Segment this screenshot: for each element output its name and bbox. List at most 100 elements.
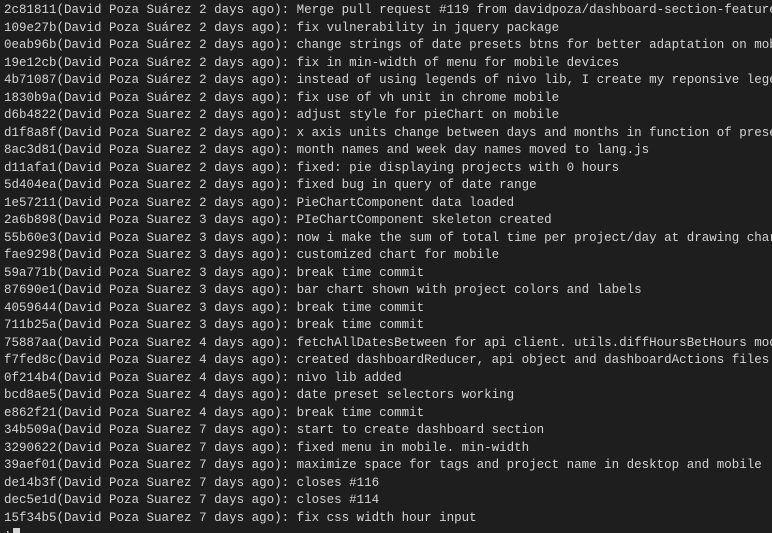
commit-hash: f7fed8c <box>4 353 57 367</box>
colon-sep: : <box>282 406 297 420</box>
open-paren: ( <box>57 301 65 315</box>
colon-sep: : <box>282 493 297 507</box>
commit-author: David Poza Suárez <box>64 91 192 105</box>
open-paren: ( <box>57 458 65 472</box>
close-paren: ) <box>274 143 282 157</box>
commit-line: 59a771b(David Poza Suarez 3 days ago): b… <box>4 265 768 283</box>
commit-message: instead of using legends of nivo lib, I … <box>297 73 772 87</box>
commit-date: 2 days ago <box>199 108 274 122</box>
commit-message: created dashboardReducer, api object and… <box>297 353 770 367</box>
commit-line: 5d404ea(David Poza Suarez 2 days ago): f… <box>4 177 768 195</box>
commit-message: break time commit <box>297 266 425 280</box>
commit-message: fixed bug in query of date range <box>297 178 537 192</box>
commit-author: David Poza Suarez <box>64 458 192 472</box>
open-paren: ( <box>57 441 65 455</box>
colon-sep: : <box>282 213 297 227</box>
commit-author: David Poza Suarez <box>64 213 192 227</box>
cursor-icon <box>13 528 20 533</box>
colon-sep: : <box>282 3 297 17</box>
commit-author: David Poza Suárez <box>64 56 192 70</box>
commit-date: 4 days ago <box>199 406 274 420</box>
commit-hash: fae9298 <box>4 248 57 262</box>
commit-message: fix vulnerability in jquery package <box>297 21 560 35</box>
commit-hash: 1e57211 <box>4 196 57 210</box>
commit-author: David Poza Suarez <box>64 406 192 420</box>
commit-hash: de14b3f <box>4 476 57 490</box>
commit-date: 7 days ago <box>199 476 274 490</box>
close-paren: ) <box>274 161 282 175</box>
commit-author: David Poza Suarez <box>64 423 192 437</box>
commit-hash: dec5e1d <box>4 493 57 507</box>
commit-message: date preset selectors working <box>297 388 515 402</box>
colon-sep: : <box>282 266 297 280</box>
open-paren: ( <box>57 283 65 297</box>
commit-date: 3 days ago <box>199 266 274 280</box>
colon-sep: : <box>282 511 297 525</box>
commit-line: 39aef01(David Poza Suarez 7 days ago): m… <box>4 457 768 475</box>
close-paren: ) <box>274 178 282 192</box>
commit-date: 2 days ago <box>199 56 274 70</box>
commit-message: PieChartComponent data loaded <box>297 196 515 210</box>
open-paren: ( <box>57 21 65 35</box>
commit-date: 2 days ago <box>199 38 274 52</box>
close-paren: ) <box>274 406 282 420</box>
close-paren: ) <box>274 56 282 70</box>
commit-author: David Poza Suarez <box>64 283 192 297</box>
commit-date: 7 days ago <box>199 493 274 507</box>
commit-date: 4 days ago <box>199 353 274 367</box>
open-paren: ( <box>57 178 65 192</box>
colon-sep: : <box>282 283 297 297</box>
colon-sep: : <box>282 371 297 385</box>
open-paren: ( <box>57 231 65 245</box>
commit-line: 55b60e3(David Poza Suarez 3 days ago): n… <box>4 230 768 248</box>
commit-author: David Poza Suarez <box>64 266 192 280</box>
open-paren: ( <box>57 38 65 52</box>
commit-message: break time commit <box>297 318 425 332</box>
close-paren: ) <box>274 283 282 297</box>
open-paren: ( <box>57 318 65 332</box>
close-paren: ) <box>274 213 282 227</box>
close-paren: ) <box>274 108 282 122</box>
open-paren: ( <box>57 493 65 507</box>
commit-line: fae9298(David Poza Suarez 3 days ago): c… <box>4 247 768 265</box>
commit-date: 4 days ago <box>199 336 274 350</box>
commit-hash: 2a6b898 <box>4 213 57 227</box>
commit-date: 2 days ago <box>199 73 274 87</box>
colon-sep: : <box>282 388 297 402</box>
commit-date: 4 days ago <box>199 371 274 385</box>
commit-message: closes #116 <box>297 476 380 490</box>
commit-date: 3 days ago <box>199 213 274 227</box>
commit-date: 7 days ago <box>199 511 274 525</box>
colon-sep: : <box>282 301 297 315</box>
commit-hash: 8ac3d81 <box>4 143 57 157</box>
colon-sep: : <box>282 248 297 262</box>
commit-line: bcd8ae5(David Poza Suarez 4 days ago): d… <box>4 387 768 405</box>
commit-date: 2 days ago <box>199 91 274 105</box>
close-paren: ) <box>274 388 282 402</box>
commit-author: David Poza Suarez <box>64 318 192 332</box>
colon-sep: : <box>282 353 297 367</box>
commit-line: 109e27b(David Poza Suárez 2 days ago): f… <box>4 20 768 38</box>
colon-sep: : <box>282 38 297 52</box>
commit-date: 7 days ago <box>199 458 274 472</box>
commit-date: 7 days ago <box>199 423 274 437</box>
pager-prompt[interactable]: : <box>4 527 768 533</box>
colon-sep: : <box>282 21 297 35</box>
commit-message: start to create dashboard section <box>297 423 545 437</box>
open-paren: ( <box>57 511 65 525</box>
open-paren: ( <box>57 476 65 490</box>
commit-message: customized chart for mobile <box>297 248 500 262</box>
commit-message: adjust style for pieChart on mobile <box>297 108 560 122</box>
commit-hash: d1f8a8f <box>4 126 57 140</box>
commit-date: 3 days ago <box>199 231 274 245</box>
open-paren: ( <box>57 353 65 367</box>
close-paren: ) <box>274 231 282 245</box>
commit-message: break time commit <box>297 301 425 315</box>
open-paren: ( <box>57 56 65 70</box>
commit-message: month names and week day names moved to … <box>297 143 650 157</box>
colon-sep: : <box>282 458 297 472</box>
open-paren: ( <box>57 126 65 140</box>
commit-message: nivo lib added <box>297 371 402 385</box>
colon-sep: : <box>282 91 297 105</box>
commit-line: d6b4822(David Poza Suarez 2 days ago): a… <box>4 107 768 125</box>
